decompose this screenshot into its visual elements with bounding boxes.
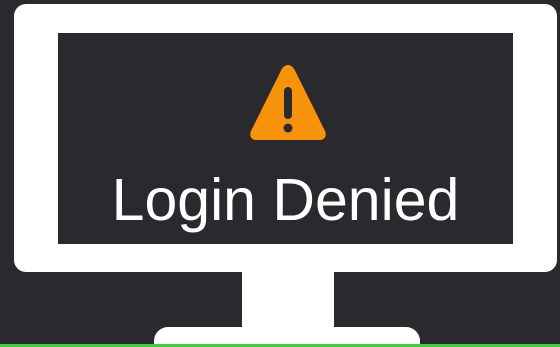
login-denied-message: Login Denied bbox=[111, 167, 460, 233]
monitor-stand-neck bbox=[242, 270, 334, 332]
warning-exclamation-dot bbox=[283, 123, 293, 133]
warning-exclamation-bar bbox=[284, 87, 292, 119]
login-denied-illustration: Login Denied bbox=[0, 0, 560, 347]
warning-icon bbox=[248, 61, 328, 143]
